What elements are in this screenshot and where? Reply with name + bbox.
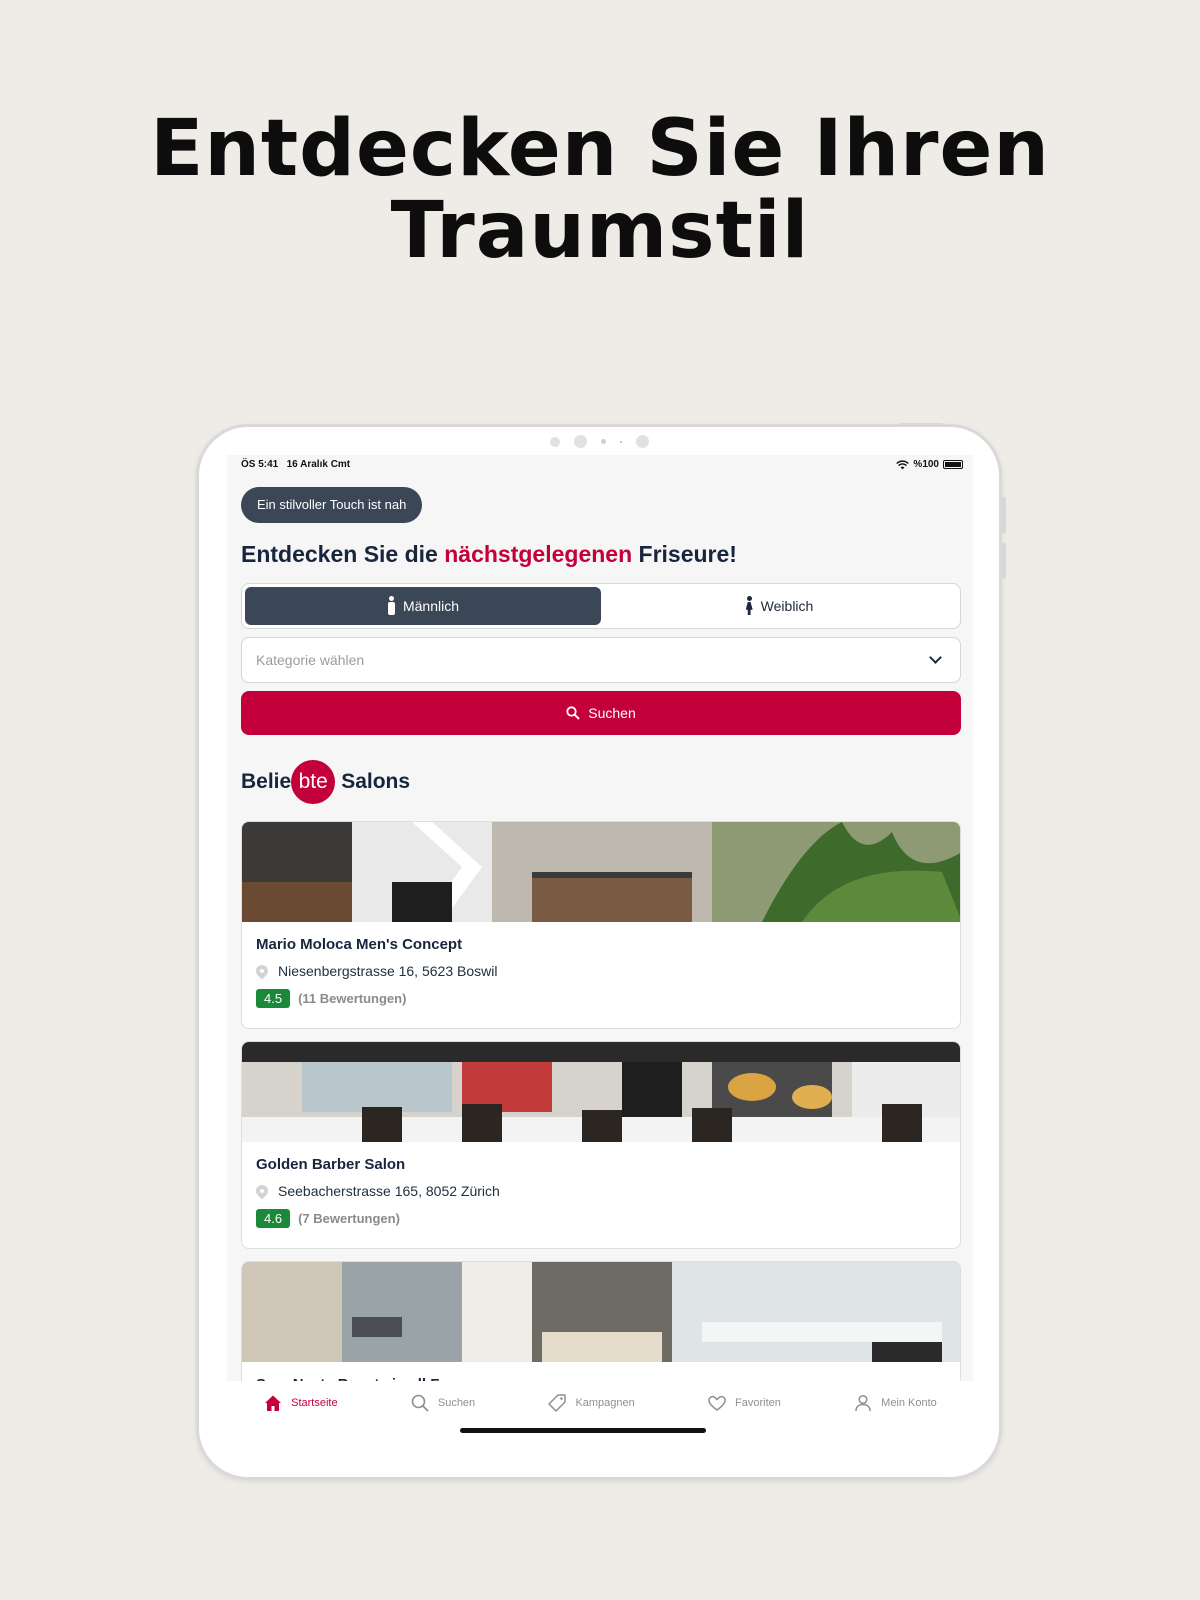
location-pin-icon — [253, 962, 271, 980]
home-icon — [265, 1395, 282, 1411]
tab-suchen[interactable]: Suchen — [410, 1393, 475, 1413]
user-icon — [855, 1394, 871, 1412]
tab-startseite-label: Startseite — [291, 1397, 338, 1409]
tablet-frame: ÖS 5:41 16 Aralık Cmt %100 Ein stilvolle… — [196, 423, 1006, 1480]
home-indicator[interactable] — [460, 1428, 706, 1433]
section-title-popular: Belie bte Salons — [241, 759, 410, 805]
location-pin-icon — [253, 1182, 271, 1200]
tab-favoriten-label: Favoriten — [735, 1397, 781, 1409]
salon-card[interactable]: Golden Barber Salon Seebacherstrasse 165… — [241, 1041, 961, 1249]
tab-mein-konto[interactable]: Mein Konto — [853, 1393, 937, 1413]
status-date: 16 Aralık Cmt — [286, 459, 351, 470]
status-time: ÖS 5:41 — [241, 459, 279, 470]
salon-info: Golden Barber Salon Seebacherstrasse 165… — [242, 1142, 960, 1248]
promo-headline: Entdecken Sie Ihren Traumstil — [0, 108, 1200, 272]
review-count: (7 Bewertungen) — [298, 1211, 400, 1226]
salon-name[interactable]: Golden Barber Salon — [256, 1156, 946, 1173]
camera-sensor-small — [600, 439, 606, 444]
salon-info: Mario Moloca Men's Concept Niesenbergstr… — [242, 922, 960, 1028]
section-title-part-3: Salons — [341, 770, 411, 793]
female-icon — [745, 596, 753, 616]
salon-photo — [242, 1262, 960, 1362]
tagline-pill: Ein stilvoller Touch ist nah — [241, 487, 423, 523]
gender-female-button[interactable]: Weiblich — [601, 587, 957, 625]
promo-headline-line-1: Entdecken Sie Ihren — [150, 104, 1050, 194]
status-time-date: ÖS 5:41 16 Aralık Cmt — [241, 459, 350, 470]
camera-sensor — [549, 436, 560, 447]
camera-lens-right — [635, 435, 649, 448]
battery-icon — [943, 460, 963, 469]
tab-startseite[interactable]: Startseite — [263, 1393, 338, 1413]
tab-suchen-label: Suchen — [437, 1397, 476, 1409]
male-icon — [387, 596, 395, 616]
tab-mein-konto-label: Mein Konto — [881, 1397, 937, 1409]
salon-photo-image — [242, 1042, 960, 1142]
salon-name[interactable]: Mario Moloca Men's Concept — [256, 936, 946, 953]
search-button-label: Suchen — [588, 705, 636, 721]
salon-address-text: Niesenbergstrasse 16, 5623 Boswil — [278, 963, 498, 979]
section-title-badge: bte — [291, 760, 336, 804]
heart-icon — [708, 1395, 726, 1411]
tablet-volume-up — [1002, 497, 1006, 533]
camera-dot — [619, 440, 622, 443]
salon-photo — [242, 822, 960, 922]
promo-headline-line-2: Traumstil — [390, 186, 810, 276]
section-title-part-1: Belie — [241, 770, 292, 793]
title-part-1: Entdecken Sie die — [241, 541, 445, 567]
battery-percent: %100 — [913, 459, 939, 470]
rating-badge: 4.6 — [256, 1209, 291, 1228]
wifi-icon — [896, 459, 910, 469]
category-placeholder: Kategorie wählen — [256, 652, 365, 668]
search-icon — [566, 706, 580, 720]
camera-array — [199, 435, 999, 448]
tablet-volume-down — [1002, 543, 1006, 579]
salon-address: Niesenbergstrasse 16, 5623 Boswil — [253, 962, 946, 980]
gender-toggle: Männlich Weiblich — [241, 583, 961, 629]
app-screen: ÖS 5:41 16 Aralık Cmt %100 Ein stilvolle… — [227, 455, 973, 1449]
review-count: (11 Bewertungen) — [298, 991, 407, 1006]
salon-photo — [242, 1042, 960, 1142]
salon-card[interactable]: Mario Moloca Men's Concept Niesenbergstr… — [241, 821, 961, 1029]
salon-rating: 4.5 (11 Bewertungen) — [256, 989, 946, 1008]
chevron-down-icon — [929, 651, 942, 664]
camera-lens — [573, 435, 587, 448]
tab-kampagnen[interactable]: Kampagnen — [547, 1393, 635, 1413]
salon-photo-image — [242, 822, 960, 922]
status-bar: ÖS 5:41 16 Aralık Cmt %100 — [227, 455, 973, 473]
salon-photo-image — [242, 1262, 960, 1362]
salon-rating: 4.6 (7 Bewertungen) — [256, 1209, 946, 1228]
tablet-top-button — [899, 423, 943, 426]
gender-female-label: Weiblich — [760, 598, 814, 614]
title-accent: nächstgelegenen — [444, 541, 633, 567]
search-button[interactable]: Suchen — [241, 691, 961, 735]
gender-male-label: Männlich — [402, 598, 460, 614]
category-select[interactable]: Kategorie wählen — [241, 637, 961, 683]
page-title: Entdecken Sie die nächstgelegenen Friseu… — [241, 541, 737, 568]
rating-badge: 4.5 — [256, 989, 291, 1008]
tab-favoriten[interactable]: Favoriten — [707, 1393, 781, 1413]
tab-kampagnen-label: Kampagnen — [575, 1397, 635, 1409]
status-right: %100 — [896, 459, 963, 470]
search-icon — [411, 1394, 429, 1412]
salon-address: Seebacherstrasse 165, 8052 Zürich — [253, 1182, 946, 1200]
bottom-tab-bar: Startseite Suchen Kampagnen Favoriten Me… — [227, 1381, 973, 1449]
gender-male-button[interactable]: Männlich — [245, 587, 601, 625]
title-part-2: Friseure! — [632, 541, 737, 567]
salon-address-text: Seebacherstrasse 165, 8052 Zürich — [278, 1183, 500, 1199]
tag-icon — [548, 1394, 567, 1412]
